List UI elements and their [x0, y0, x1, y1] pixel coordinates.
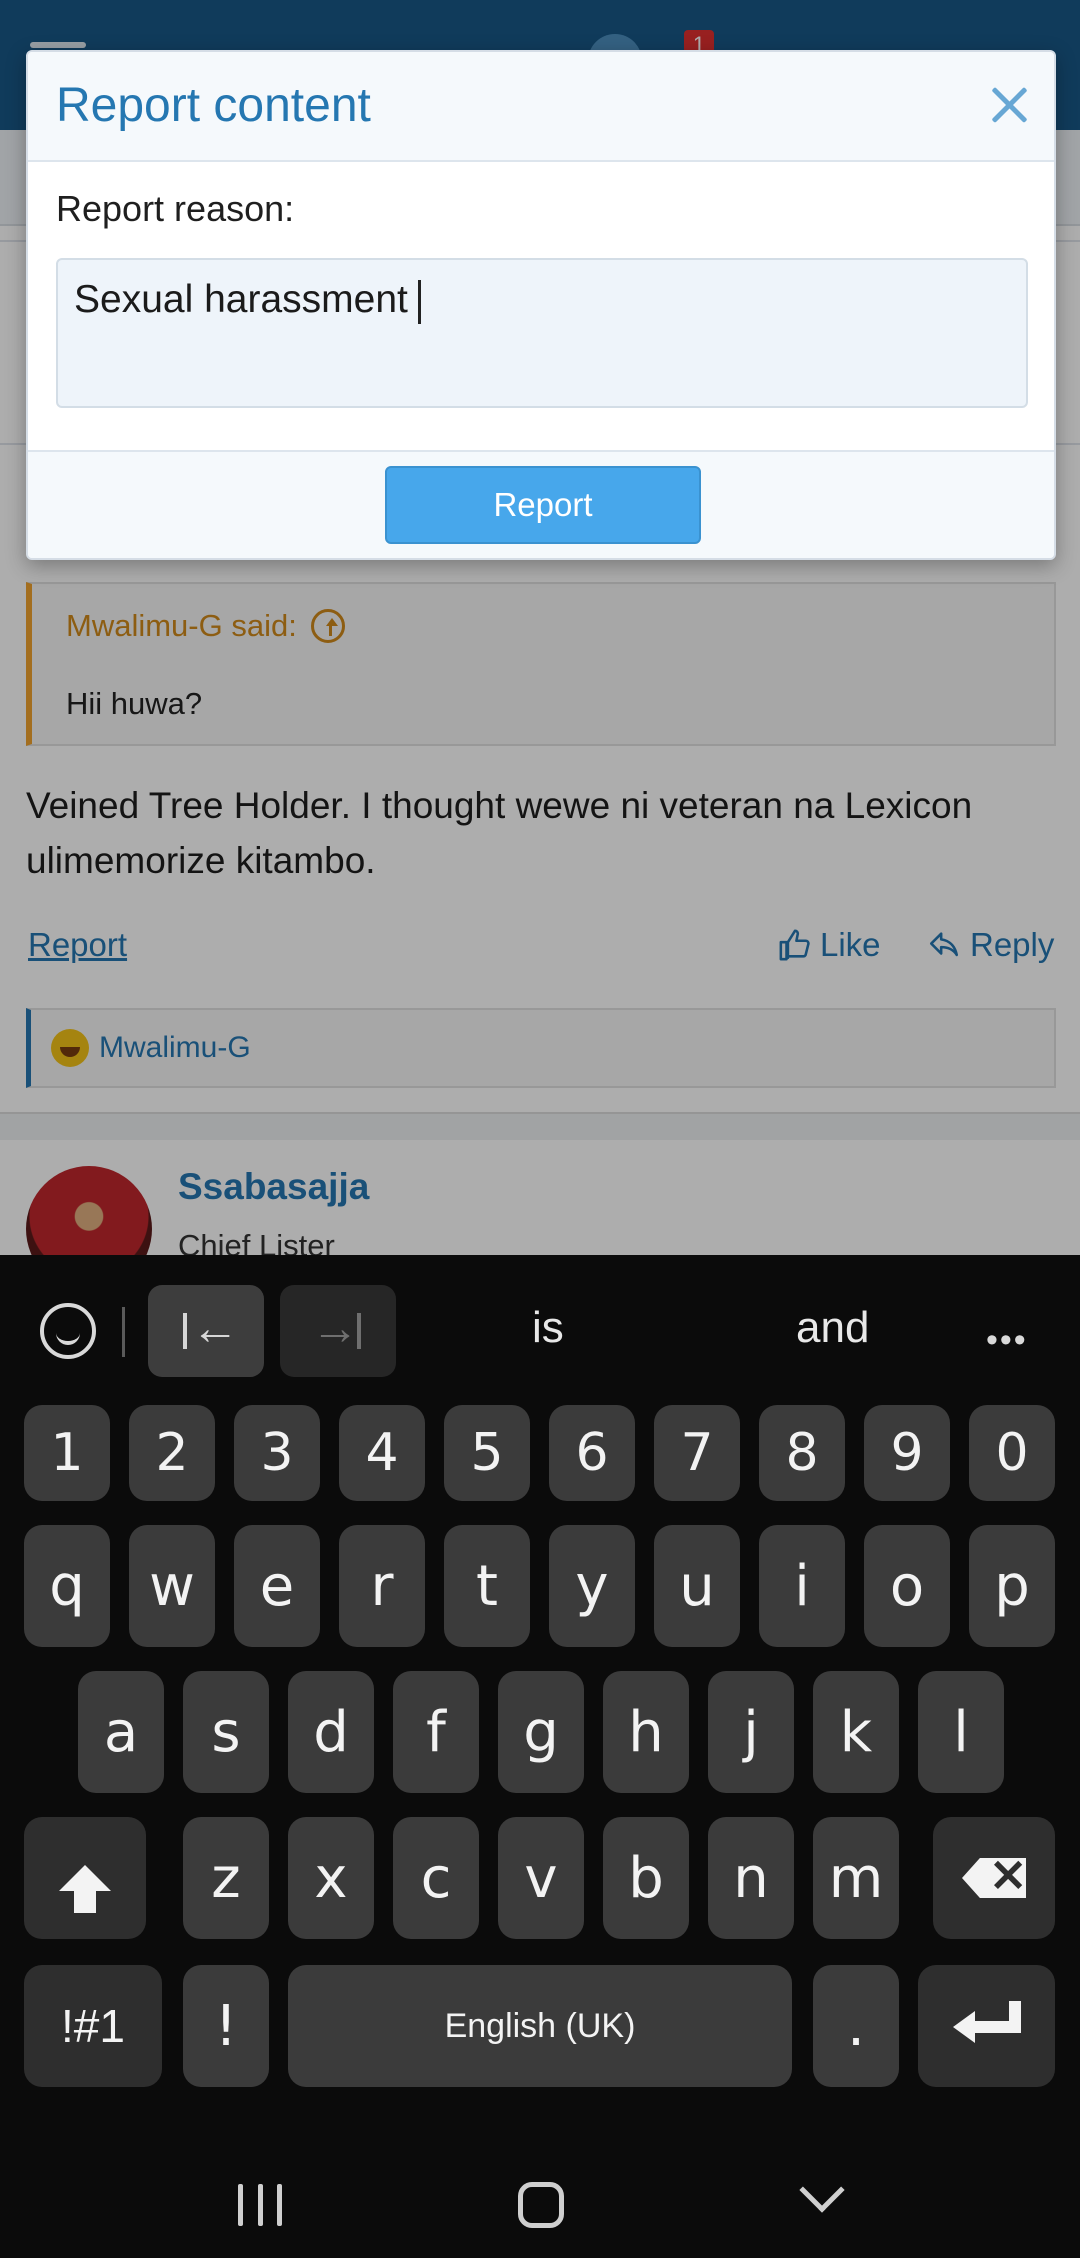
key-z[interactable]: z	[183, 1817, 269, 1939]
dialog-footer: Report	[28, 450, 1054, 558]
suggestion-1[interactable]: is	[532, 1303, 564, 1353]
report-reason-value: Sexual harassment	[74, 278, 408, 321]
report-reason-label: Report reason:	[56, 188, 295, 229]
key-exclamation[interactable]: !	[183, 1965, 269, 2087]
key-8[interactable]: 8	[759, 1405, 845, 1501]
soft-keyboard: is and ••• 1 2 3 4 5 6 7 8 9 0 q w e r t…	[0, 1255, 1080, 2258]
key-h[interactable]: h	[603, 1671, 689, 1793]
key-b[interactable]: b	[603, 1817, 689, 1939]
key-l[interactable]: l	[918, 1671, 1004, 1793]
symbols-key[interactable]: !#1	[24, 1965, 162, 2087]
key-n[interactable]: n	[708, 1817, 794, 1939]
key-t[interactable]: t	[444, 1525, 530, 1647]
key-d[interactable]: d	[288, 1671, 374, 1793]
system-navigation-bar	[0, 2130, 1080, 2258]
key-a[interactable]: a	[78, 1671, 164, 1793]
cursor-start-button[interactable]	[148, 1285, 264, 1377]
key-j[interactable]: j	[708, 1671, 794, 1793]
report-content-dialog: Report content Report reason: Sexual har…	[26, 50, 1056, 560]
key-y[interactable]: y	[549, 1525, 635, 1647]
key-u[interactable]: u	[654, 1525, 740, 1647]
enter-icon	[952, 2001, 1021, 2051]
key-3[interactable]: 3	[234, 1405, 320, 1501]
tab-left-icon	[183, 1301, 239, 1356]
key-9[interactable]: 9	[864, 1405, 950, 1501]
backspace-key[interactable]	[933, 1817, 1055, 1939]
emoji-toggle-icon[interactable]	[40, 1303, 96, 1359]
key-w[interactable]: w	[129, 1525, 215, 1647]
key-0[interactable]: 0	[969, 1405, 1055, 1501]
key-f[interactable]: f	[393, 1671, 479, 1793]
key-r[interactable]: r	[339, 1525, 425, 1647]
backspace-icon	[962, 1858, 1026, 1898]
cursor-end-button[interactable]	[280, 1285, 396, 1377]
key-q[interactable]: q	[24, 1525, 110, 1647]
shift-icon	[59, 1865, 111, 1913]
shift-key[interactable]	[24, 1817, 146, 1939]
key-4[interactable]: 4	[339, 1405, 425, 1501]
space-key[interactable]: English (UK)	[288, 1965, 792, 2087]
key-s[interactable]: s	[183, 1671, 269, 1793]
suggestion-2[interactable]: and	[796, 1303, 869, 1353]
key-period[interactable]: .	[813, 1965, 899, 2087]
report-reason-input[interactable]: Sexual harassment	[56, 258, 1028, 408]
key-e[interactable]: e	[234, 1525, 320, 1647]
toolbar-divider	[122, 1307, 125, 1357]
key-x[interactable]: x	[288, 1817, 374, 1939]
report-submit-button[interactable]: Report	[385, 466, 701, 544]
keyboard-toolbar: is and •••	[0, 1255, 1080, 1405]
key-i[interactable]: i	[759, 1525, 845, 1647]
dialog-title: Report content	[56, 79, 371, 132]
key-o[interactable]: o	[864, 1525, 950, 1647]
key-k[interactable]: k	[813, 1671, 899, 1793]
key-v[interactable]: v	[498, 1817, 584, 1939]
tab-right-icon	[311, 1301, 361, 1356]
key-g[interactable]: g	[498, 1671, 584, 1793]
text-caret	[417, 279, 421, 324]
home-icon[interactable]	[518, 2182, 564, 2228]
key-1[interactable]: 1	[24, 1405, 110, 1501]
key-2[interactable]: 2	[129, 1405, 215, 1501]
hide-keyboard-icon[interactable]	[799, 2167, 845, 2213]
more-options-icon[interactable]: •••	[986, 1321, 1028, 1360]
close-icon[interactable]	[986, 82, 1032, 128]
dialog-header: Report content	[28, 52, 1054, 162]
enter-key[interactable]	[918, 1965, 1055, 2087]
recent-apps-icon[interactable]	[238, 2184, 282, 2226]
key-7[interactable]: 7	[654, 1405, 740, 1501]
key-6[interactable]: 6	[549, 1405, 635, 1501]
key-c[interactable]: c	[393, 1817, 479, 1939]
key-m[interactable]: m	[813, 1817, 899, 1939]
key-5[interactable]: 5	[444, 1405, 530, 1501]
key-p[interactable]: p	[969, 1525, 1055, 1647]
